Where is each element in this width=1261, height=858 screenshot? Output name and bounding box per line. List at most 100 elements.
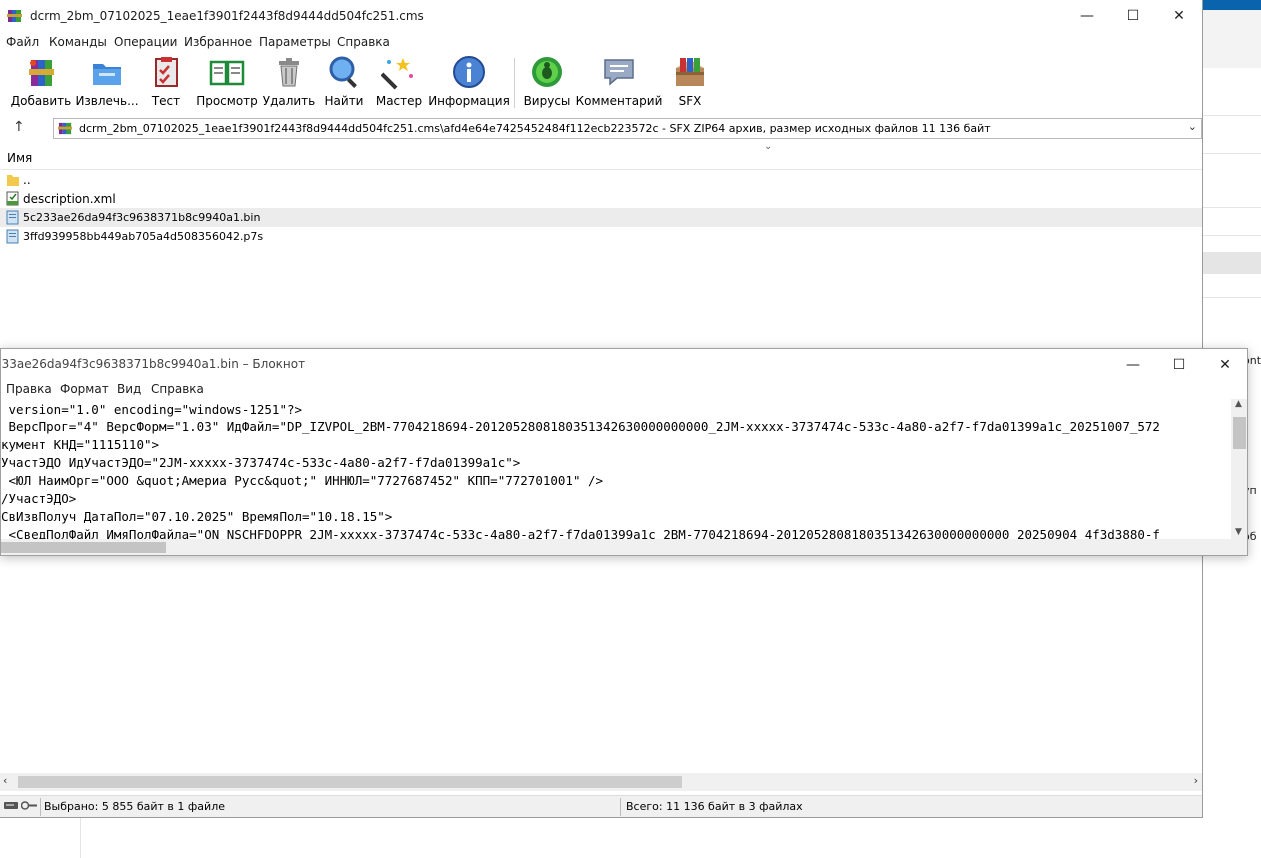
notepad-window: 233ae26da94f3c9638371b8c9940a1.bin – Бло… (0, 348, 1248, 556)
scroll-thumb[interactable] (1233, 417, 1246, 449)
delete-button[interactable]: Удалить (262, 54, 316, 112)
key-icon[interactable] (21, 801, 38, 810)
notepad-menu-bar: Правка Формат Вид Справка (1, 380, 1247, 399)
folder-icon (7, 175, 19, 186)
add-label: Добавить (10, 94, 72, 108)
status-divider (620, 798, 621, 816)
notepad-titlebar[interactable]: 233ae26da94f3c9638371b8c9940a1.bin – Бло… (1, 349, 1247, 380)
scroll-right-icon[interactable]: › (1194, 774, 1198, 787)
menu-bar: Файл Команды Операции Избранное Параметр… (0, 32, 1202, 52)
status-divider (40, 798, 41, 816)
comment-label: Комментарий (575, 94, 663, 108)
archive-icon (58, 122, 73, 135)
file-row[interactable]: description.xml (0, 189, 1202, 208)
notepad-menu-edit[interactable]: Правка (6, 382, 52, 396)
notepad-minimize-button[interactable]: — (1110, 349, 1156, 380)
notepad-text-area[interactable]: version="1.0" encoding="windows-1251"?> … (1, 401, 1231, 541)
notepad-maximize-button[interactable]: ☐ (1156, 349, 1202, 380)
text-line: version="1.0" encoding="windows-1251"?> (1, 402, 303, 417)
notepad-menu-view[interactable]: Вид (117, 382, 141, 396)
menu-favorites[interactable]: Избранное (184, 35, 252, 49)
menu-options[interactable]: Параметры (259, 35, 331, 49)
test-label: Тест (151, 94, 181, 108)
virus-scan-button[interactable]: Вирусы (522, 54, 572, 112)
background-divider (1203, 207, 1261, 208)
minimize-button[interactable]: — (1064, 0, 1110, 32)
sfx-box-icon (676, 58, 704, 86)
text-line: УчастЭДО ИдУчастЭДО="2JM-xxxxx-3737474c-… (1, 455, 521, 470)
background-divider (1203, 115, 1261, 116)
column-header-label: Имя (7, 151, 33, 165)
background-highlight-row (1203, 252, 1261, 274)
notepad-close-button[interactable]: ✕ (1202, 349, 1247, 380)
up-arrow-icon[interactable]: ↑ (13, 119, 25, 135)
view-book-icon (209, 60, 245, 86)
toolbar: Добавить Извлечь... Тест Просмотр Удалит… (0, 52, 1202, 116)
address-row: ↑ dcrm_2bm_07102025_1eae1f3901f2443f8d94… (0, 117, 1202, 141)
background-divider (1203, 235, 1261, 236)
find-label: Найти (324, 94, 364, 108)
background-header-band (1203, 10, 1261, 68)
bin-file-icon (6, 210, 19, 225)
p7s-file-icon (6, 229, 19, 244)
background-titlebar (1203, 0, 1261, 10)
scroll-down-icon[interactable]: ▼ (1235, 527, 1242, 537)
sfx-label: SFX (678, 94, 702, 108)
info-icon (453, 56, 485, 88)
column-header-name[interactable]: Имя (0, 147, 1202, 170)
info-button[interactable]: Информация (428, 54, 510, 112)
menu-operations[interactable]: Операции (114, 35, 177, 49)
test-button[interactable]: Тест (143, 54, 189, 112)
scroll-thumb[interactable] (18, 776, 682, 788)
magnifier-icon (329, 56, 357, 88)
menu-file[interactable]: Файл (6, 35, 39, 49)
trash-icon (279, 58, 299, 87)
sfx-button[interactable]: SFX (668, 54, 712, 112)
comment-button[interactable]: Комментарий (575, 54, 663, 112)
chevron-down-icon[interactable]: ⌄ (1188, 120, 1197, 133)
menu-commands[interactable]: Команды (49, 35, 107, 49)
find-button[interactable]: Найти (321, 54, 367, 112)
notepad-title: 233ae26da94f3c9638371b8c9940a1.bin – Бло… (0, 357, 306, 371)
address-bar[interactable]: dcrm_2bm_07102025_1eae1f3901f2443f8d9444… (53, 118, 1202, 139)
menu-help[interactable]: Справка (337, 35, 390, 49)
text-line: <ЮЛ НаимОрг="ООО &quot;Америа Русс&quot;… (1, 473, 604, 488)
notepad-menu-help[interactable]: Справка (151, 382, 204, 396)
info-label: Информация (428, 94, 510, 108)
add-button[interactable]: Добавить (10, 54, 72, 112)
scroll-left-icon[interactable]: ‹ (3, 774, 7, 787)
status-total: Всего: 11 136 байт в 3 файлах (626, 800, 803, 813)
winrar-titlebar[interactable]: dcrm_2bm_07102025_1eae1f3901f2443f8d9444… (0, 0, 1202, 32)
notepad-menu-format[interactable]: Формат (60, 382, 109, 396)
status-selected: Выбрано: 5 855 байт в 1 файле (44, 800, 225, 813)
extract-button[interactable]: Извлечь... (75, 54, 139, 112)
magic-wand-icon (381, 58, 413, 90)
horizontal-scrollbar[interactable]: ‹ › (0, 773, 1202, 791)
text-line: СвИзвПолуч ДатаПол="07.10.2025" ВремяПол… (1, 509, 393, 524)
drive-icon[interactable] (4, 801, 18, 810)
xml-file-icon (6, 191, 19, 206)
background-divider (1203, 297, 1261, 298)
close-button[interactable]: ✕ (1156, 0, 1202, 32)
view-label: Просмотр (196, 94, 258, 108)
file-row-parent[interactable]: .. (0, 170, 1202, 189)
maximize-button[interactable]: ☐ (1110, 0, 1156, 32)
notepad-vertical-scrollbar[interactable]: ▲ ▼ (1231, 399, 1247, 539)
scroll-thumb[interactable] (1, 542, 166, 553)
delete-label: Удалить (262, 94, 316, 108)
winrar-app-icon (7, 10, 22, 22)
file-row-selected[interactable]: 5c233ae26da94f3c9638371b8c9940a1.bin (0, 208, 1202, 227)
notepad-horizontal-scrollbar[interactable] (1, 539, 1247, 555)
scroll-up-icon[interactable]: ▲ (1235, 399, 1242, 409)
file-row[interactable]: 3ffd939958bb449ab705a4d508356042.p7s (0, 227, 1202, 246)
test-clipboard-icon (155, 57, 178, 87)
virus-label: Вирусы (523, 94, 571, 108)
background-divider (80, 818, 81, 858)
wizard-label: Мастер (375, 94, 423, 108)
view-button[interactable]: Просмотр (196, 54, 258, 112)
file-name: .. (23, 173, 31, 187)
toolbar-separator (514, 58, 515, 108)
text-line: ВерсПрог="4" ВерсФорм="1.03" ИдФайл="DP_… (1, 419, 1160, 434)
add-archive-icon (29, 60, 54, 86)
wizard-button[interactable]: Мастер (375, 54, 423, 112)
